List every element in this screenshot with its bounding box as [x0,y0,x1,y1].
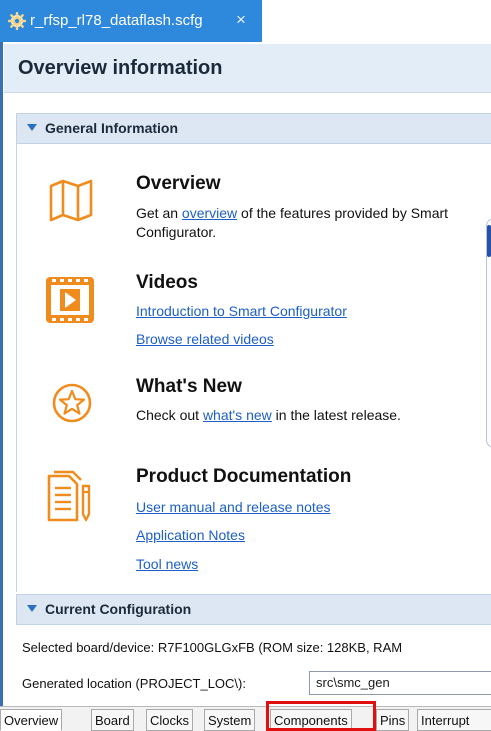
page-title: Overview information [18,57,223,79]
overview-title: Overview [136,173,221,194]
collapse-triangle-icon [27,124,37,131]
whats-new-link[interactable]: what's new [203,407,272,423]
doc-link-tool-news[interactable]: Tool news [136,556,198,572]
overview-description: Get an overview of the features provided… [136,204,466,242]
whats-new-description: Check out what's new in the latest relea… [136,406,476,425]
doc-link-row-1[interactable]: User manual and release notes [136,498,331,517]
videos-link-2[interactable]: Browse related videos [136,330,274,349]
video-icon [46,277,94,323]
tab-overview[interactable]: Overview [0,709,63,731]
doc-link-user-manual[interactable]: User manual and release notes [136,499,331,515]
page-tab-bar: Overview Board Clocks System Components … [0,706,491,731]
tab-system[interactable]: System [204,709,256,731]
section-border [16,144,17,592]
generated-location-label: Generated location (PROJECT_LOC\): [22,676,246,691]
gear-icon [8,12,26,30]
current-configuration-header[interactable]: Current Configuration [16,594,491,625]
selected-board-value: R7F100GLGxFB (ROM size: 128KB, RAM [157,640,403,655]
collapse-triangle-icon [27,605,37,612]
tab-components[interactable]: Components [270,709,352,731]
doc-link-row-2[interactable]: Application Notes [136,526,245,545]
whats-new-text-before: Check out [136,407,203,423]
tab-clocks[interactable]: Clocks [146,709,194,731]
section-title: Current Configuration [45,601,192,617]
map-icon [49,179,93,222]
doc-link-application-notes[interactable]: Application Notes [136,527,245,543]
page-header: Overview information [4,44,491,93]
star-icon [52,383,92,423]
editor-tab[interactable]: r_rfsp_rl78_dataflash.scfg × [0,0,262,42]
selected-board-label: Selected board/device: [22,640,155,655]
overview-text-before: Get an [136,205,182,221]
video-link-browse[interactable]: Browse related videos [136,331,274,347]
whats-new-title: What's New [136,376,242,397]
videos-link-1[interactable]: Introduction to Smart Configurator [136,302,347,321]
close-icon[interactable]: × [236,11,246,29]
tab-pins[interactable]: Pins [376,709,410,731]
section-title: General Information [45,120,179,136]
overview-link[interactable]: overview [182,205,237,221]
whats-new-text-after: in the latest release. [271,407,401,423]
editor-tab-title: r_rfsp_rl78_dataflash.scfg [30,12,203,29]
side-panel-marker [487,225,491,257]
selected-board-row: Selected board/device: R7F100GLGxFB (ROM… [22,640,402,655]
tab-interrupt[interactable]: Interrupt [417,709,491,731]
product-documentation-title: Product Documentation [136,466,352,487]
videos-title: Videos [136,272,198,293]
doc-link-row-3[interactable]: Tool news [136,555,198,574]
general-information-header[interactable]: General Information [16,113,491,144]
tab-board[interactable]: Board [91,709,134,731]
document-icon [47,470,91,522]
video-link-introduction[interactable]: Introduction to Smart Configurator [136,303,347,319]
editor-tab-bar: r_rfsp_rl78_dataflash.scfg × [0,0,491,42]
generated-location-field[interactable]: src\smc_gen [309,671,491,695]
